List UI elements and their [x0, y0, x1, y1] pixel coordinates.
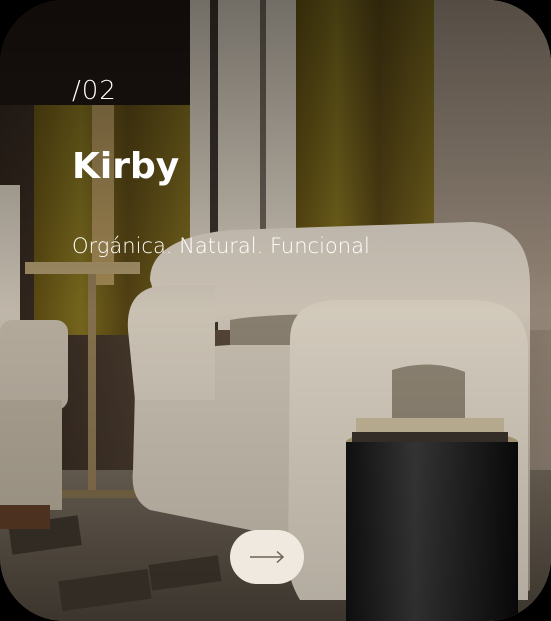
product-title: Kirby: [72, 146, 180, 187]
product-card: /02 Kirby Orgánica. Natural. Funcional: [0, 0, 551, 621]
slide-number: /02: [72, 76, 117, 106]
next-button[interactable]: [230, 530, 304, 584]
product-tagline: Orgánica. Natural. Funcional: [72, 234, 370, 258]
arrow-right-icon: [250, 550, 285, 564]
